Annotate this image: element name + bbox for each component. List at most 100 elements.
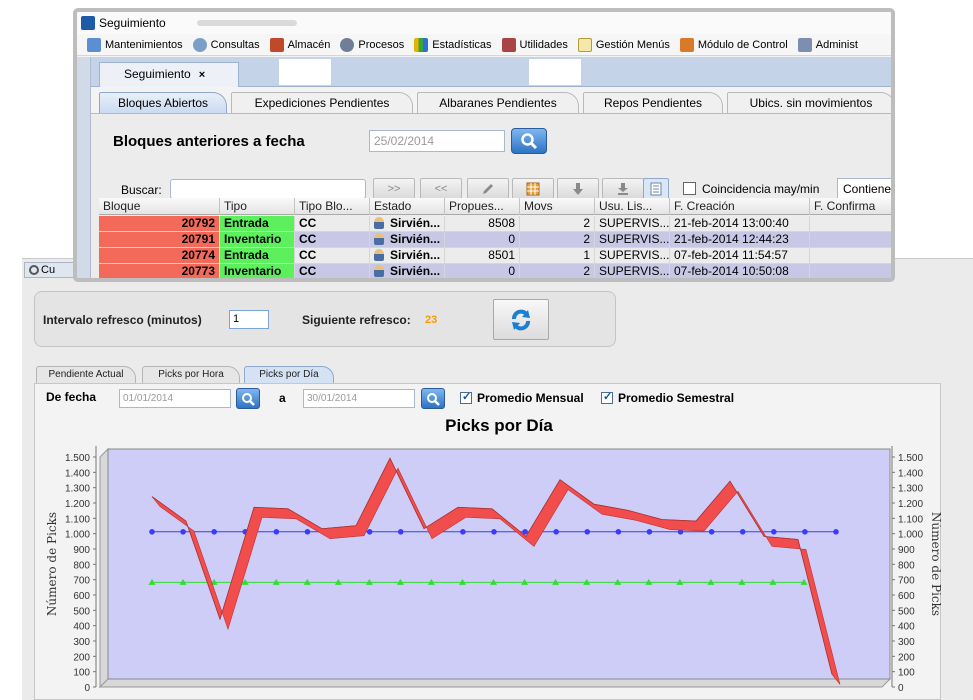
monthly-average-point [149, 529, 155, 535]
menu-administracion[interactable]: Administ [797, 37, 858, 52]
col-bloque[interactable]: Bloque [99, 198, 220, 215]
menu-almacen[interactable]: Almacén [269, 37, 330, 52]
gear-icon [340, 37, 355, 52]
fecha-input[interactable]: 25/02/2014 [369, 130, 505, 152]
cell-tipo-blo: CC [295, 232, 370, 248]
buscar-label: Buscar: [121, 183, 162, 197]
tab-picks-por-dia[interactable]: Picks por Día [244, 366, 334, 383]
tab-expediciones-pendientes[interactable]: Expediciones Pendientes [231, 92, 413, 114]
case-sensitive-checkbox[interactable]: Coincidencia may/min [683, 182, 819, 196]
fecha-search-button[interactable] [511, 128, 547, 154]
tab-ubics-sin-movimientos[interactable]: Ubics. sin movimientos [727, 92, 891, 114]
tab-seguimiento[interactable]: Seguimiento × [99, 62, 239, 87]
cell-text: Sirvién... [390, 248, 441, 262]
cell-movs: 1 [520, 248, 595, 264]
cell-f-confirma [810, 232, 891, 248]
refresh-interval-input[interactable]: 1 [229, 310, 269, 329]
menu-gestion-menus[interactable]: Gestión Menús [577, 37, 670, 52]
move-all-left-button[interactable]: << [420, 178, 462, 200]
view-button[interactable] [643, 178, 669, 200]
cell-text: SUPERVIS... [599, 248, 670, 262]
refresh-button[interactable] [493, 299, 549, 340]
y-tick-label-left: 1.300 [65, 484, 90, 495]
col-tipo[interactable]: Tipo [220, 198, 295, 215]
menu-modulo-control[interactable]: Módulo de Control [679, 37, 788, 52]
side-collapse-strip[interactable] [77, 57, 91, 278]
menu-consultas[interactable]: Consultas [192, 37, 260, 52]
title-bar: Seguimiento [77, 12, 891, 34]
cell-text: 8501 [488, 248, 515, 262]
tab-picks-por-hora[interactable]: Picks por Hora [142, 366, 240, 383]
col-tipo-bloque[interactable]: Tipo Blo... [295, 198, 370, 215]
empty-tab-slot [529, 59, 581, 85]
col-propuesta[interactable]: Propues... [445, 198, 520, 215]
y-tick-label-left: 400 [73, 622, 90, 633]
download-button[interactable] [602, 178, 644, 200]
table-row[interactable]: 20773 Inventario CC Sirvién... 0 2 SUPERVIS...… [99, 264, 891, 278]
next-refresh-value: 23 [425, 314, 438, 326]
cell-movs: 2 [520, 216, 595, 232]
menu-procesos[interactable]: Procesos [340, 37, 404, 52]
from-date-search-button[interactable] [236, 388, 260, 409]
cell-bloque: 20791 [99, 232, 220, 248]
monthly-average-point [739, 529, 746, 535]
y-tick-label-left: 200 [73, 652, 90, 663]
from-date-input[interactable]: 01/01/2014 [119, 389, 231, 408]
document-icon [650, 182, 662, 196]
menu-utilidades[interactable]: Utilidades [501, 37, 568, 52]
document-tab-bar: Seguimiento × [91, 57, 891, 87]
cell-bloque: 20773 [99, 264, 220, 278]
y-tick-label-right: 1.300 [898, 484, 923, 495]
tab-albaranes-pendientes[interactable]: Albaranes Pendientes [417, 92, 579, 114]
cell-tipo-blo: CC [295, 264, 370, 278]
cell-f-creacion: 21-feb-2014 13:00:40 [670, 216, 810, 232]
tab-bloques-abiertos[interactable]: Bloques Abiertos [99, 92, 227, 114]
cell-usu: SUPERVIS... [595, 232, 670, 248]
move-down-button[interactable] [557, 178, 599, 200]
cell-text: 8508 [488, 216, 515, 230]
y-tick-label-right: 1.100 [898, 514, 923, 525]
cell-text: Sirvién... [390, 264, 441, 278]
col-fecha-creacion[interactable]: F. Creación [670, 198, 810, 215]
y-tick-label-right: 100 [898, 668, 915, 679]
table-row[interactable]: 20792 Entrada CC Sirvién... 8508 2 SUPERVIS...… [99, 216, 891, 232]
tab-seguimiento-label: Seguimiento [124, 67, 191, 81]
cell-estado: Sirvién... [370, 264, 445, 278]
match-mode-select[interactable]: Contiene [837, 178, 891, 200]
cell-propues: 0 [445, 264, 520, 278]
tab-pendiente-actual[interactable]: Pendiente Actual [36, 366, 136, 383]
y-tick-label-left: 1.100 [65, 514, 90, 525]
menu-mantenimientos[interactable]: Mantenimientos [87, 37, 183, 52]
buscar-input[interactable] [170, 179, 366, 199]
col-fecha-confirmacion[interactable]: F. Confirma [810, 198, 891, 215]
table-row[interactable]: 20791 Inventario CC Sirvién... 0 2 SUPERVIS...… [99, 232, 891, 248]
to-date-input[interactable]: 30/01/2014 [303, 389, 415, 408]
magnifier-icon [192, 37, 207, 52]
y-tick-label-right: 500 [898, 606, 915, 617]
monthly-average-point [802, 529, 808, 535]
monthly-average-checkbox[interactable]: Promedio Mensual [460, 390, 584, 405]
to-date-search-button[interactable] [421, 388, 445, 409]
close-icon[interactable]: × [199, 69, 205, 81]
y-tick-label-left: 1.400 [65, 468, 90, 479]
cell-text: Inventario [224, 232, 282, 246]
y-tick-label-left: 1.000 [65, 530, 90, 541]
col-movs[interactable]: Movs [520, 198, 595, 215]
edit-button[interactable] [467, 178, 509, 200]
monthly-average-point [833, 529, 839, 535]
cell-propues: 0 [445, 232, 520, 248]
y-tick-label-right: 1.000 [898, 530, 923, 541]
operator-icon [374, 233, 384, 245]
move-all-right-button[interactable]: >> [373, 178, 415, 200]
semester-average-checkbox[interactable]: Promedio Semestral [601, 390, 734, 405]
cell-f-confirma [810, 216, 891, 232]
menu-label: Administ [815, 38, 858, 51]
table-row[interactable]: 20774 Entrada CC Sirvién... 8501 1 SUPERVIS...… [99, 248, 891, 264]
y-axis-label-right: Número de Picks [929, 512, 941, 616]
col-usuario[interactable]: Usu. Lis... [595, 198, 670, 215]
tab-repos-pendientes[interactable]: Repos Pendientes [583, 92, 723, 114]
col-estado[interactable]: Estado [370, 198, 445, 215]
grid-button[interactable] [512, 178, 554, 200]
menu-label: Gestión Menús [595, 38, 670, 51]
menu-estadisticas[interactable]: Estadísticas [414, 37, 492, 52]
